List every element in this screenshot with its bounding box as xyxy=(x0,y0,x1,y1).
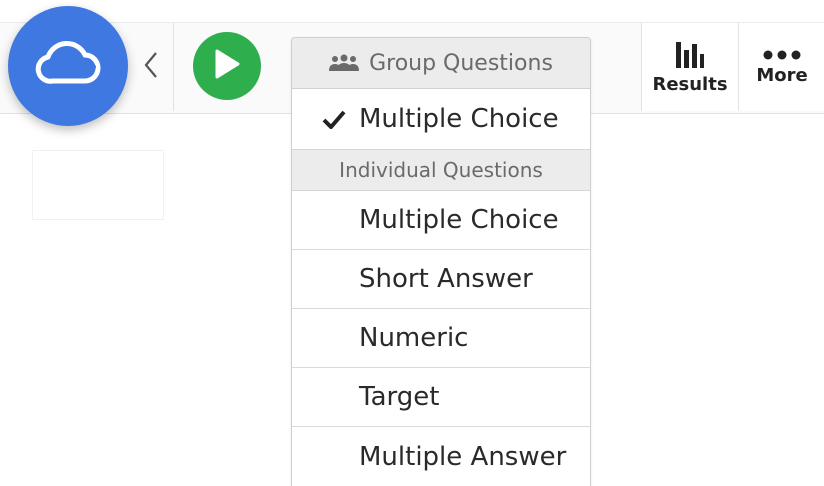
app-menu-button[interactable] xyxy=(8,6,128,126)
results-button[interactable]: Results xyxy=(641,23,738,111)
individual-questions-header: Individual Questions xyxy=(292,149,590,191)
menu-item-label: Numeric xyxy=(359,323,469,353)
menu-item-label: Multiple Answer xyxy=(359,441,567,472)
toolbar-divider xyxy=(173,23,174,111)
more-label: More xyxy=(756,64,808,86)
menu-item-label: Multiple Choice xyxy=(359,104,559,134)
individual-questions-label: Individual Questions xyxy=(339,158,543,182)
more-button[interactable]: More xyxy=(738,23,824,111)
results-label: Results xyxy=(652,73,728,95)
checkmark-icon xyxy=(322,109,346,129)
group-people-icon xyxy=(329,54,360,72)
menu-item-label: Target xyxy=(359,382,440,412)
menu-item-label: Multiple Choice xyxy=(359,205,559,235)
short-answer-item[interactable]: Short Answer xyxy=(292,250,590,309)
menu-item-label: Short Answer xyxy=(359,264,533,294)
cloud-icon xyxy=(33,40,103,92)
individual-multiple-choice-item[interactable]: Multiple Choice xyxy=(292,191,590,250)
play-icon xyxy=(213,48,241,85)
collapse-button[interactable] xyxy=(130,23,172,111)
background-card xyxy=(32,150,164,220)
question-type-menu: Group Questions Multiple Choice Individu… xyxy=(291,37,591,486)
bar-chart-icon xyxy=(675,40,705,70)
ellipsis-icon xyxy=(762,49,802,61)
multiple-answer-item[interactable]: Multiple Answer xyxy=(292,427,590,486)
group-multiple-choice-item[interactable]: Multiple Choice xyxy=(292,89,590,149)
numeric-item[interactable]: Numeric xyxy=(292,309,590,368)
start-button[interactable] xyxy=(193,32,261,100)
group-questions-label: Group Questions xyxy=(369,50,553,76)
chevron-left-icon xyxy=(143,50,159,85)
group-questions-header: Group Questions xyxy=(292,38,590,89)
target-item[interactable]: Target xyxy=(292,368,590,427)
